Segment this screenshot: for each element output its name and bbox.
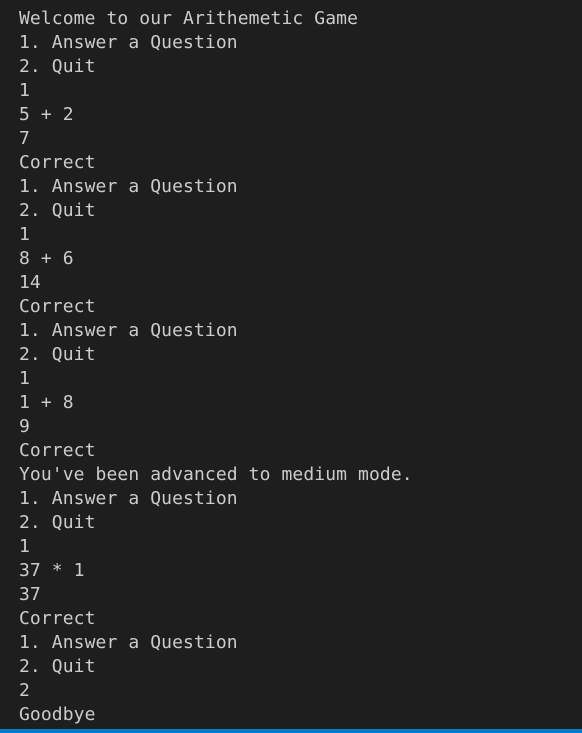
output-line: Correct <box>19 608 96 629</box>
output-line: 2. Quit <box>19 200 96 221</box>
output-line: 1. Answer a Question <box>19 632 238 653</box>
output-line: 1. Answer a Question <box>19 176 238 197</box>
output-line: 2. Quit <box>19 56 96 77</box>
output-line: Welcome to our Arithemetic Game <box>19 8 359 29</box>
output-line: 1. Answer a Question <box>19 32 238 53</box>
output-line: 8 + 6 <box>19 248 74 269</box>
output-line: You've been advanced to medium mode. <box>19 464 413 485</box>
output-line: 1 <box>19 368 30 389</box>
output-line: Correct <box>19 440 96 461</box>
output-line: 1. Answer a Question <box>19 488 238 509</box>
output-line: 2. Quit <box>19 512 96 533</box>
output-line: 2 <box>19 680 30 701</box>
output-line: Correct <box>19 296 96 317</box>
output-line: 7 <box>19 128 30 149</box>
output-line: Correct <box>19 152 96 173</box>
output-line: Goodbye <box>19 704 96 725</box>
status-bar-strip <box>0 729 582 733</box>
output-line: 14 <box>19 272 41 293</box>
output-line: 2. Quit <box>19 344 96 365</box>
output-line: 37 * 1 <box>19 560 85 581</box>
output-line: 1 + 8 <box>19 392 74 413</box>
output-line: 1. Answer a Question <box>19 320 238 341</box>
output-line: 1 <box>19 80 30 101</box>
output-line: 1 <box>19 224 30 245</box>
output-line: 2. Quit <box>19 656 96 677</box>
output-line: 1 <box>19 536 30 557</box>
output-line: 37 <box>19 584 41 605</box>
output-line: 5 + 2 <box>19 104 74 125</box>
terminal-output[interactable]: Welcome to our Arithemetic Game 1. Answe… <box>0 0 582 729</box>
output-line: 9 <box>19 416 30 437</box>
